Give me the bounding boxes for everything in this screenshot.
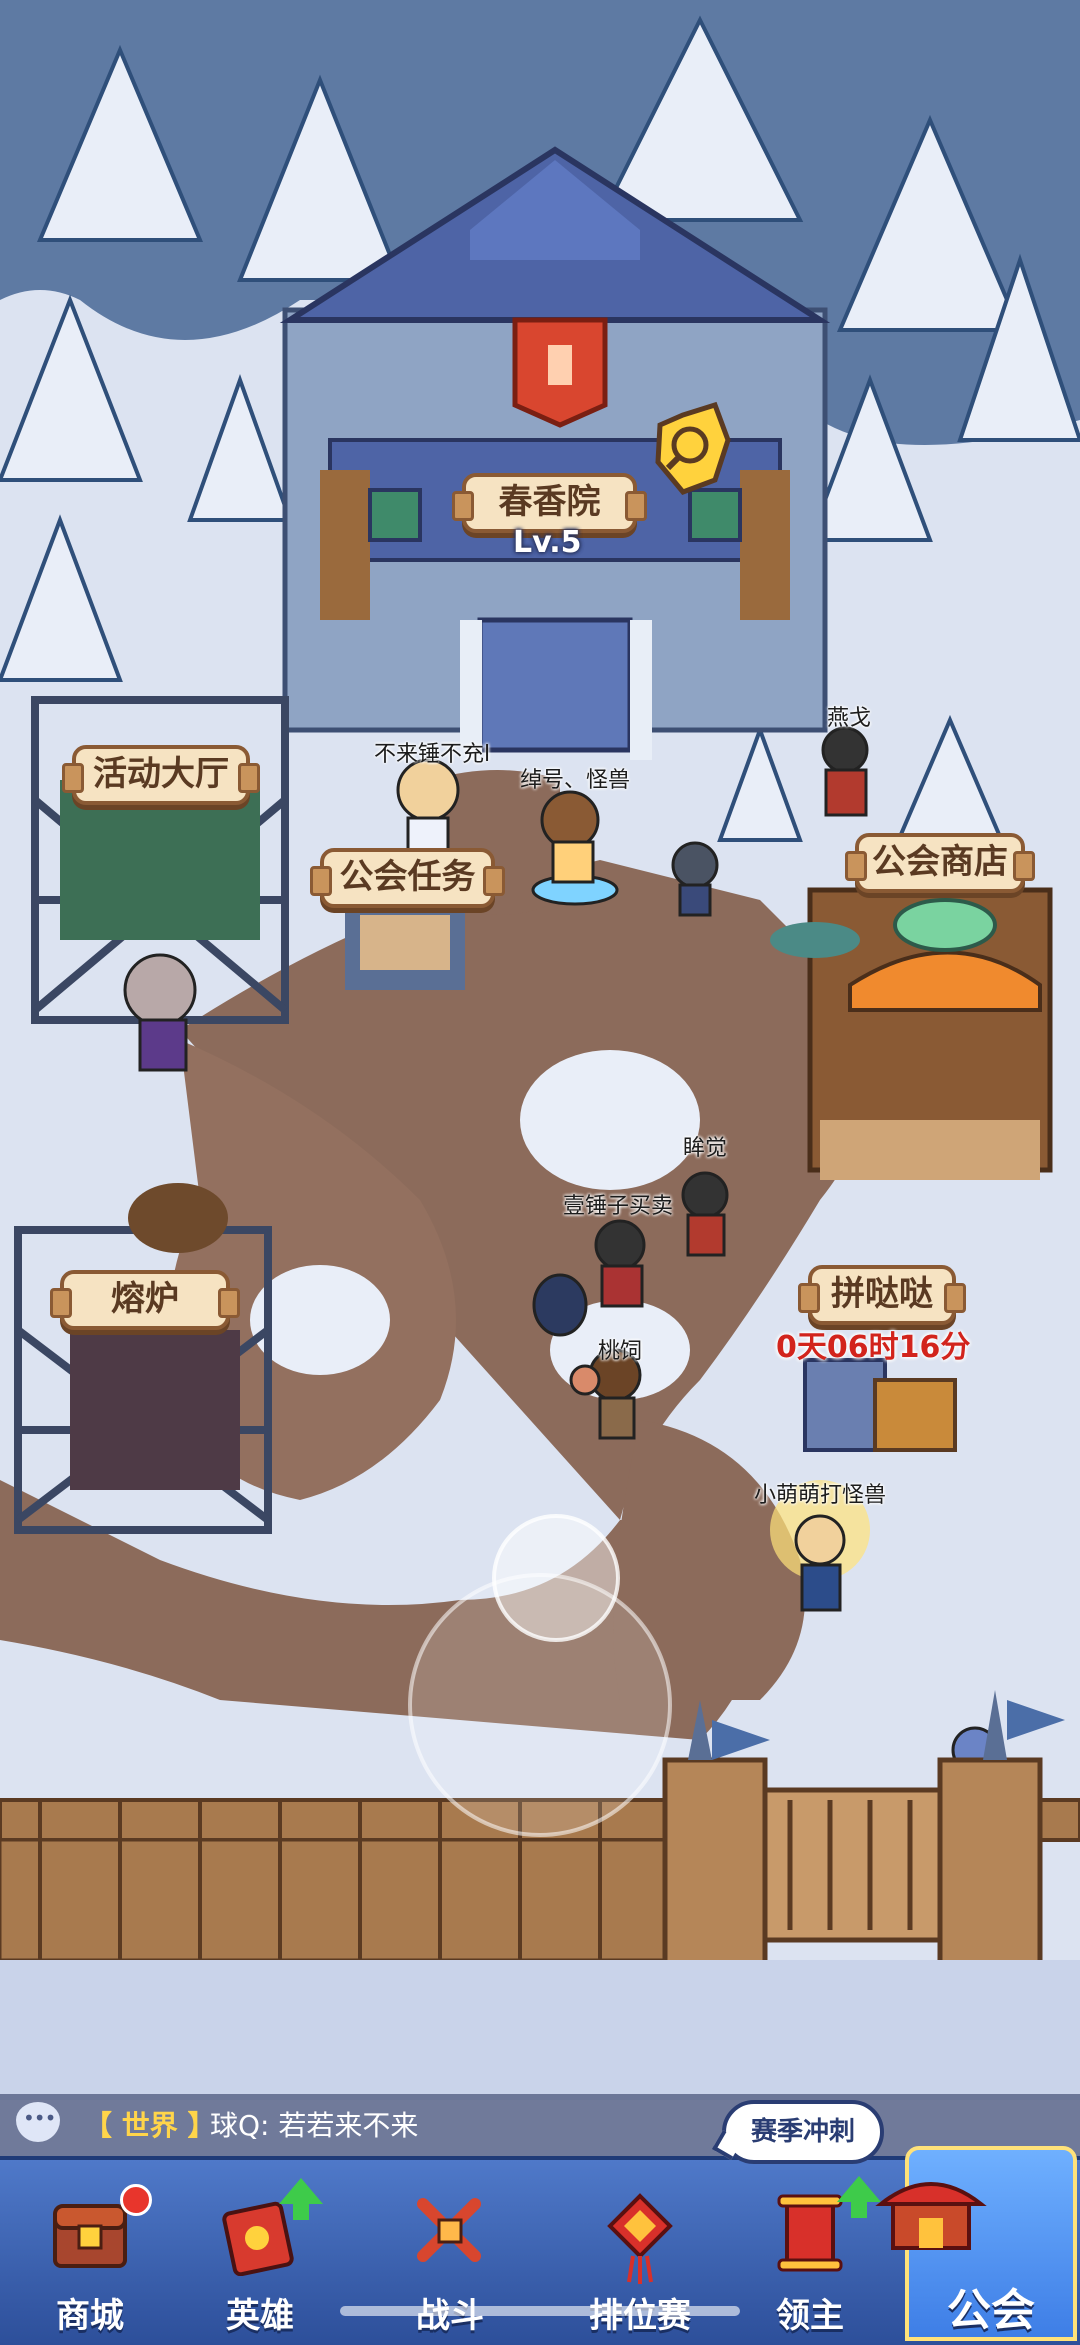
- player-name[interactable]: 燕戈: [827, 700, 871, 732]
- shop-notification-badge: [120, 2184, 152, 2216]
- nav-heroes[interactable]: 英雄: [175, 2160, 345, 2345]
- chat-channel: 【 世界 】: [84, 2109, 216, 2142]
- guild-map-scene[interactable]: [0, 0, 1080, 2341]
- nav-ranked[interactable]: 排位赛: [555, 2160, 725, 2345]
- nav-shop[interactable]: 商城: [5, 2160, 175, 2345]
- pindada-label[interactable]: 拼哒哒: [798, 1265, 966, 1325]
- nav-shop-label: 商城: [56, 2296, 124, 2336]
- season-sprint-bubble[interactable]: 赛季冲刺: [722, 2100, 884, 2164]
- nav-guild-label: 公会: [947, 2285, 1035, 2336]
- furnace-label[interactable]: 熔炉: [50, 1270, 240, 1330]
- pindada-event-timer: 0天06时16分: [776, 1330, 971, 1365]
- chinese-knot-icon: [607, 2193, 673, 2284]
- player-name[interactable]: 壹锤子买卖: [563, 1188, 673, 1220]
- crossed-swords-icon: [417, 2198, 481, 2262]
- nav-heroes-label: 英雄: [226, 2296, 294, 2336]
- upgrade-arrow-icon: [279, 2178, 323, 2220]
- player-name[interactable]: 桃饲: [598, 1333, 642, 1365]
- player-name[interactable]: 不来锤不充l: [374, 736, 490, 768]
- guild-pavilion-icon: [875, 2182, 987, 2250]
- guild-hall-name[interactable]: 春香院: [452, 473, 647, 533]
- nav-guild[interactable]: 公会: [875, 2146, 1077, 2341]
- player-name[interactable]: 绰号、怪兽: [520, 762, 630, 794]
- guild-tasks-label[interactable]: 公会任务: [310, 848, 505, 908]
- guild-shop-label[interactable]: 公会商店: [845, 833, 1035, 893]
- activity-hall-label[interactable]: 活动大厅: [62, 745, 260, 805]
- home-indicator: [340, 2306, 740, 2316]
- player-name[interactable]: 眸觉: [683, 1130, 727, 1162]
- nav-lord[interactable]: 领主: [725, 2160, 895, 2345]
- chat-bubble-icon[interactable]: [16, 2102, 60, 2142]
- nav-battle[interactable]: 战斗: [365, 2160, 535, 2345]
- player-name[interactable]: 小萌萌打怪兽: [754, 1477, 886, 1509]
- guild-hall-level: Lv.5: [513, 525, 582, 560]
- chat-message: 球Q: 若若来不来: [210, 2109, 419, 2142]
- nav-lord-label: 领主: [776, 2296, 844, 2336]
